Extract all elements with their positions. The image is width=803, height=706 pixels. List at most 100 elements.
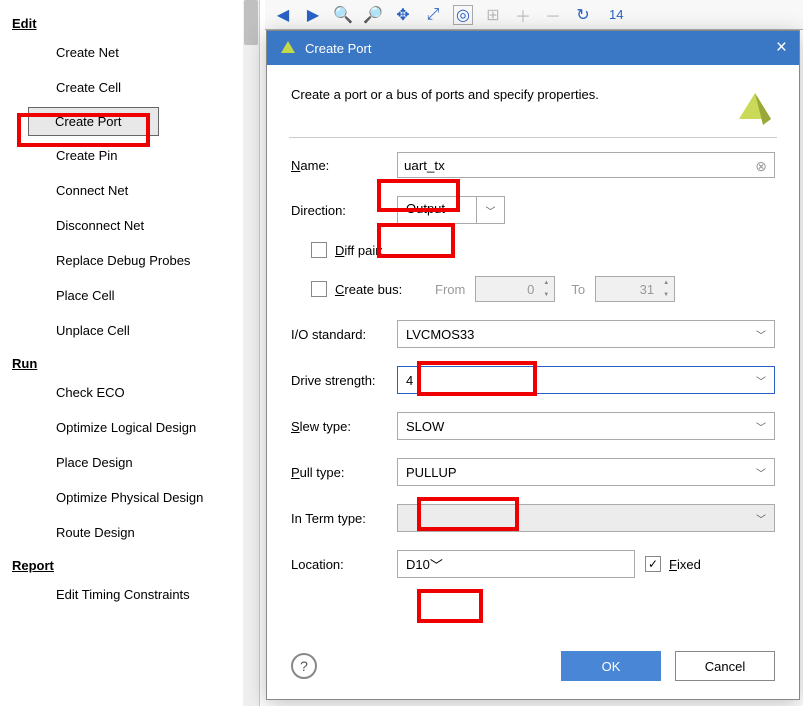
pull-type-select[interactable]: PULLUP ﹀: [397, 458, 775, 486]
label-slew-type: Slew type:: [291, 419, 397, 434]
chevron-down-icon: ﹀: [756, 419, 766, 434]
dialog-titlebar: Create Port ×: [267, 31, 799, 65]
dialog-title: Create Port: [305, 41, 371, 56]
location-value: D10: [406, 557, 430, 572]
drive-strength-select[interactable]: 4 ﹀: [397, 366, 775, 394]
label-pull-type: Pull type:: [291, 465, 397, 480]
zoom-area-icon[interactable]: ⤢: [423, 5, 443, 25]
name-input[interactable]: [397, 152, 775, 178]
menu-route-design[interactable]: Route Design: [0, 515, 259, 550]
menu-replace-debug-probes[interactable]: Replace Debug Probes: [0, 243, 259, 278]
separator: [289, 137, 777, 138]
to-spinner[interactable]: ▲▼: [658, 277, 674, 301]
io-standard-value: LVCMOS33: [406, 327, 474, 342]
chevron-down-icon: ﹀: [756, 327, 766, 342]
highlight-create-port: [17, 113, 150, 147]
highlight-location: [417, 589, 483, 623]
menu-create-cell[interactable]: Create Cell: [0, 70, 259, 105]
label-name: Name:: [291, 158, 397, 173]
menu-optimize-logical[interactable]: Optimize Logical Design: [0, 410, 259, 445]
chevron-down-icon: ﹀: [430, 555, 443, 574]
zoom-out-icon[interactable]: 🔎: [363, 5, 383, 25]
menu-unplace-cell[interactable]: Unplace Cell: [0, 313, 259, 348]
row-diff-pair: Diff pair:: [291, 242, 775, 258]
drive-strength-value: 4: [406, 373, 413, 388]
menu-create-net[interactable]: Create Net: [0, 35, 259, 70]
row-slew-type: Slew type: SLOW ﹀: [291, 412, 775, 440]
dialog-footer: ? OK Cancel: [291, 651, 775, 681]
top-toolbar: ◀ ▶ 🔍 🔎 ✥ ⤢ ◎ ⊞ ＋ － ↻ 14: [265, 0, 803, 30]
label-location: Location:: [291, 557, 397, 572]
dialog-description-text: Create a port or a bus of ports and spec…: [291, 87, 735, 102]
plus-icon[interactable]: ＋: [513, 5, 533, 25]
row-pull-type: Pull type: PULLUP ﹀: [291, 458, 775, 486]
label-direction: Direction:: [291, 203, 397, 218]
tool1-icon[interactable]: ⊞: [483, 5, 503, 25]
pull-type-value: PULLUP: [406, 465, 457, 480]
menu-edit-timing[interactable]: Edit Timing Constraints: [0, 577, 259, 612]
toolbar-number: 14: [609, 7, 623, 22]
zoom-in-icon[interactable]: 🔍: [333, 5, 353, 25]
row-direction: Direction: Output ﹀: [291, 196, 775, 224]
forward-icon[interactable]: ▶: [303, 5, 323, 25]
minus-icon[interactable]: －: [543, 5, 563, 25]
chevron-down-icon: ﹀: [756, 373, 766, 388]
in-term-type-select: ﹀: [397, 504, 775, 532]
dialog-title-logo-icon: [279, 39, 297, 57]
label-io-standard: I/O standard:: [291, 327, 397, 342]
help-button[interactable]: ?: [291, 653, 317, 679]
diff-pair-checkbox[interactable]: [311, 242, 327, 258]
dialog-form: Name: ⊗ Direction: Output ﹀ Diff pair: C…: [267, 152, 799, 578]
section-header-edit: Edit: [0, 8, 259, 35]
row-in-term-type: In Term type: ﹀: [291, 504, 775, 532]
create-port-dialog: Create Port × Create a port or a bus of …: [266, 30, 800, 700]
chevron-down-icon[interactable]: ﹀: [477, 196, 505, 224]
row-name: Name: ⊗: [291, 152, 775, 178]
section-header-run: Run: [0, 348, 259, 375]
slew-type-value: SLOW: [406, 419, 444, 434]
target-icon[interactable]: ◎: [453, 5, 473, 25]
fixed-checkbox[interactable]: ✓: [645, 556, 661, 572]
row-io-standard: I/O standard: LVCMOS33 ﹀: [291, 320, 775, 348]
row-location: Location: D10 ﹀ ✓ Fixed: [291, 550, 775, 578]
direction-value: Output: [397, 196, 477, 224]
location-select[interactable]: D10 ﹀: [397, 550, 635, 578]
row-drive-strength: Drive strength: 4 ﹀: [291, 366, 775, 394]
create-bus-checkbox[interactable]: [311, 281, 327, 297]
menu-place-design[interactable]: Place Design: [0, 445, 259, 480]
direction-dropdown[interactable]: Output ﹀: [397, 196, 505, 224]
from-spinner[interactable]: ▲▼: [538, 277, 554, 301]
menu-disconnect-net[interactable]: Disconnect Net: [0, 208, 259, 243]
label-fixed: Fixed: [669, 557, 701, 572]
label-create-bus: Create bus:: [335, 282, 435, 297]
ok-button[interactable]: OK: [561, 651, 661, 681]
menu-connect-net[interactable]: Connect Net: [0, 173, 259, 208]
from-input[interactable]: 0 ▲▼: [475, 276, 555, 302]
clear-name-icon[interactable]: ⊗: [755, 158, 767, 175]
slew-type-select[interactable]: SLOW ﹀: [397, 412, 775, 440]
menu-optimize-physical[interactable]: Optimize Physical Design: [0, 480, 259, 515]
sidebar-scrollbar[interactable]: [243, 0, 259, 706]
vendor-logo-icon: [735, 87, 775, 127]
dialog-description-area: Create a port or a bus of ports and spec…: [267, 65, 799, 137]
menu-place-cell[interactable]: Place Cell: [0, 278, 259, 313]
label-to: To: [571, 282, 585, 297]
section-header-report: Report: [0, 550, 259, 577]
back-icon[interactable]: ◀: [273, 5, 293, 25]
menu-check-eco[interactable]: Check ECO: [0, 375, 259, 410]
close-icon[interactable]: ×: [776, 37, 787, 59]
label-in-term-type: In Term type:: [291, 511, 397, 526]
label-from: From: [435, 282, 465, 297]
fit-icon[interactable]: ✥: [393, 5, 413, 25]
row-create-bus: Create bus: From 0 ▲▼ To 31 ▲▼: [291, 276, 775, 302]
io-standard-select[interactable]: LVCMOS33 ﹀: [397, 320, 775, 348]
chevron-down-icon: ﹀: [756, 465, 766, 480]
label-diff-pair: Diff pair:: [335, 243, 383, 258]
refresh-icon[interactable]: ↻: [573, 5, 593, 25]
cancel-button[interactable]: Cancel: [675, 651, 775, 681]
to-input[interactable]: 31 ▲▼: [595, 276, 675, 302]
chevron-down-icon: ﹀: [756, 511, 766, 526]
scrollbar-thumb[interactable]: [244, 0, 258, 45]
sidebar: Edit Create Net Create Cell Create Port …: [0, 0, 260, 706]
label-drive-strength: Drive strength:: [291, 373, 397, 388]
